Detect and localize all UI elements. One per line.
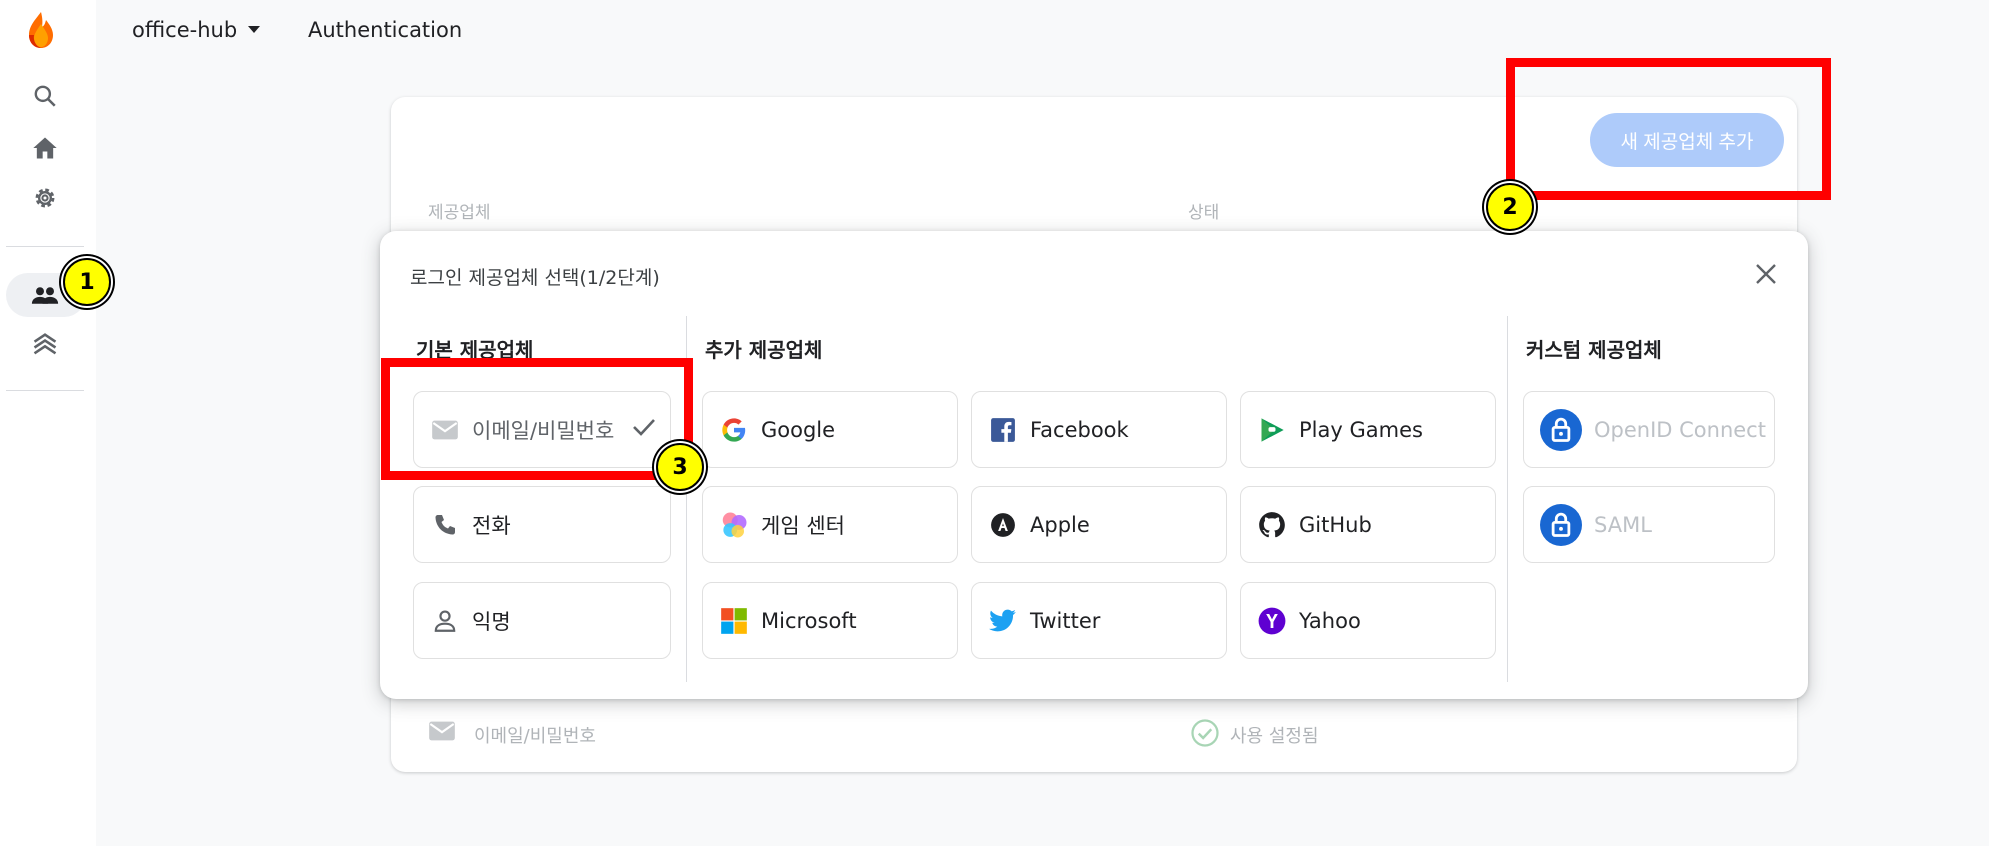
close-button[interactable]	[1750, 258, 1782, 290]
lock-icon	[1540, 408, 1582, 451]
provider-label: Yahoo	[1299, 608, 1361, 633]
close-icon	[1756, 264, 1776, 284]
provider-label: GitHub	[1299, 512, 1372, 537]
play-games-icon	[1257, 415, 1287, 445]
provider-tile-saml[interactable]: SAML	[1523, 486, 1775, 563]
lock-icon	[1540, 503, 1582, 546]
yahoo-icon	[1257, 606, 1287, 636]
provider-label: SAML	[1594, 512, 1652, 537]
provider-label: 전화	[472, 513, 511, 538]
provider-tile-twitter[interactable]: Twitter	[971, 582, 1227, 659]
provider-label: Apple	[1030, 512, 1090, 537]
provider-row-name[interactable]: 이메일/비밀번호	[474, 722, 596, 748]
users-icon[interactable]	[29, 279, 61, 311]
twitter-icon	[988, 606, 1018, 636]
provider-tile-openid-connect[interactable]: OpenID Connect	[1523, 391, 1775, 468]
firebase-logo-icon[interactable]	[25, 10, 57, 50]
column-header-provider: 제공업체	[428, 203, 491, 223]
provider-label: Play Games	[1299, 417, 1423, 442]
annotation-box-add-provider	[1506, 58, 1831, 200]
section-heading-additional: 추가 제공업체	[705, 338, 823, 362]
project-selector[interactable]: office-hub	[132, 18, 261, 42]
annotation-badge-1: 1	[63, 258, 111, 306]
phone-icon	[430, 510, 460, 540]
provider-tile-apple[interactable]: Apple	[971, 486, 1227, 563]
project-name: office-hub	[132, 18, 238, 42]
left-nav-rail	[0, 0, 96, 846]
provider-label: OpenID Connect	[1594, 417, 1766, 442]
provider-label: Twitter	[1030, 608, 1101, 633]
provider-tile-microsoft[interactable]: Microsoft	[702, 582, 958, 659]
provider-tile-phone[interactable]: 전화	[413, 486, 671, 563]
provider-tile-facebook[interactable]: Facebook	[971, 391, 1227, 468]
github-icon	[1257, 510, 1287, 540]
annotation-box-email-provider	[381, 358, 693, 480]
top-bar: office-hub Authentication	[96, 0, 1989, 60]
column-header-status: 상태	[1188, 203, 1220, 223]
dialog-title: 로그인 제공업체 선택(1/2단계)	[410, 267, 660, 289]
check-circle-icon	[1190, 718, 1220, 752]
caret-down-icon	[248, 26, 261, 33]
home-icon[interactable]	[29, 132, 61, 164]
provider-tile-google[interactable]: Google	[702, 391, 958, 468]
provider-row-status: 사용 설정됨	[1230, 726, 1319, 747]
section-heading-custom: 커스텀 제공업체	[1526, 338, 1662, 362]
provider-tile-play-games[interactable]: Play Games	[1240, 391, 1496, 468]
provider-label: Microsoft	[761, 608, 857, 633]
provider-label: Facebook	[1030, 417, 1129, 442]
apple-icon	[988, 510, 1018, 540]
annotation-badge-2: 2	[1486, 183, 1534, 231]
annotation-badge-3: 3	[656, 443, 704, 491]
person-icon	[430, 606, 460, 636]
provider-label: Google	[761, 417, 836, 442]
game-center-icon	[719, 510, 749, 540]
provider-label: 익명	[472, 609, 511, 634]
facebook-icon	[988, 415, 1018, 445]
search-icon[interactable]	[29, 80, 61, 112]
provider-tile-github[interactable]: GitHub	[1240, 486, 1496, 563]
rail-divider	[6, 390, 84, 391]
provider-tile-yahoo[interactable]: Yahoo	[1240, 582, 1496, 659]
email-icon	[428, 720, 456, 746]
rail-divider	[6, 246, 84, 247]
layers-icon[interactable]	[29, 328, 61, 360]
provider-tile-anonymous[interactable]: 익명	[413, 582, 671, 659]
breadcrumb[interactable]: Authentication	[308, 18, 462, 42]
gear-icon[interactable]	[29, 182, 61, 214]
provider-tile-game-center[interactable]: 게임 센터	[702, 486, 958, 563]
microsoft-icon	[719, 606, 749, 636]
provider-label: 게임 센터	[761, 513, 845, 538]
google-icon	[719, 415, 749, 445]
section-divider	[1507, 316, 1508, 682]
